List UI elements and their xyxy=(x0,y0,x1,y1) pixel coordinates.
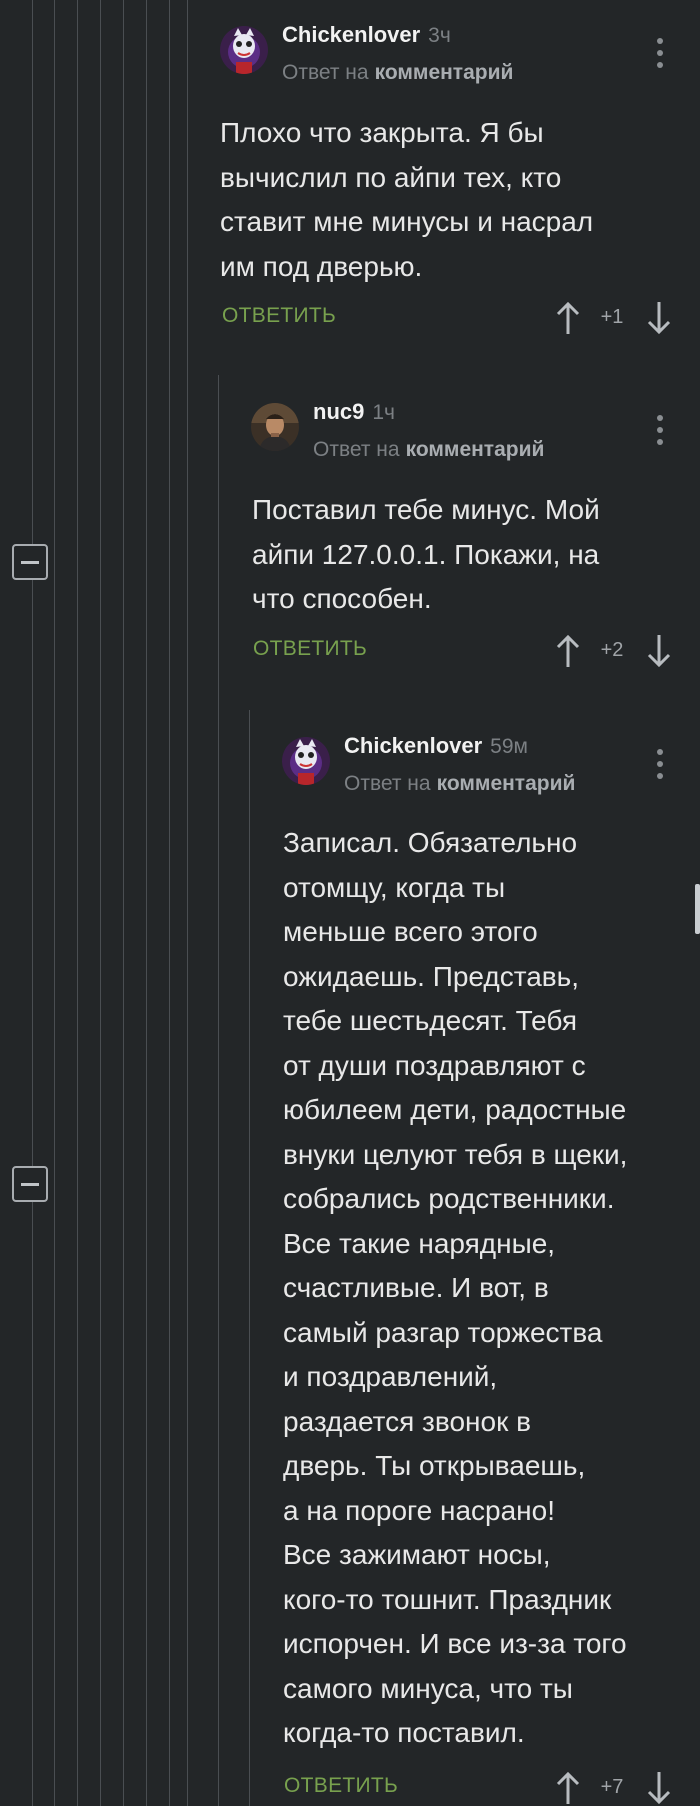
comment: Chickenlover 3ч Ответ на комментарий Плохо… xyxy=(220,16,700,282)
comment-header: nuc9 1ч Ответ на комментарий xyxy=(251,393,700,473)
author-name[interactable]: nuc9 1ч xyxy=(313,399,395,425)
arrow-up-icon[interactable] xyxy=(555,1770,581,1806)
author-name[interactable]: Chickenlover 59м xyxy=(344,733,528,759)
scrollbar[interactable] xyxy=(695,884,700,934)
reply-button[interactable]: ОТВЕТИТЬ xyxy=(222,304,336,328)
parent-comment-link[interactable]: комментарий xyxy=(406,438,545,461)
reply-to: Ответ на комментарий xyxy=(344,772,576,795)
comment-score: +1 xyxy=(600,306,624,328)
comment-text: Плохо что закрыта. Я бы вычислил по айпи… xyxy=(220,117,594,282)
reply-to: Ответ на комментарий xyxy=(282,61,514,84)
comment-time: 3ч xyxy=(428,24,451,47)
thread-line xyxy=(146,0,147,1806)
comment-actions: ОТВЕТИТЬ +2 xyxy=(253,633,683,669)
author-name[interactable]: Chickenlover 3ч xyxy=(282,22,451,48)
parent-comment-link[interactable]: комментарий xyxy=(437,772,576,795)
thread-line xyxy=(54,0,55,1806)
thread-line xyxy=(32,0,33,1806)
collapse-icon xyxy=(21,560,39,564)
thread-line xyxy=(77,0,78,1806)
collapse-button[interactable] xyxy=(12,544,48,580)
arrow-up-icon[interactable] xyxy=(555,300,581,336)
comment-header: Chickenlover 3ч Ответ на комментарий xyxy=(220,16,700,96)
comment-score: +7 xyxy=(600,1776,624,1798)
avatar[interactable] xyxy=(251,403,299,451)
comment-text: Записал. Обязательно отомщу, когда ты ме… xyxy=(283,827,628,1748)
more-vertical-icon[interactable] xyxy=(656,38,664,68)
thread-line xyxy=(249,710,250,1806)
arrow-up-icon[interactable] xyxy=(555,633,581,669)
comment: Chickenlover 59м Ответ на комментарий xyxy=(282,727,700,807)
thread-line xyxy=(100,0,101,1806)
arrow-down-icon[interactable] xyxy=(646,1770,672,1806)
comment-score: +2 xyxy=(600,639,624,661)
collapse-icon xyxy=(21,1182,39,1186)
avatar[interactable] xyxy=(220,26,268,74)
more-vertical-icon[interactable] xyxy=(656,749,664,779)
thread-line xyxy=(218,375,219,1806)
avatar[interactable] xyxy=(282,737,330,785)
reply-button[interactable]: ОТВЕТИТЬ xyxy=(253,637,367,661)
comment-text: Поставил тебе минус. Мой айпи 127.0.0.1.… xyxy=(252,494,600,614)
arrow-down-icon[interactable] xyxy=(646,633,672,669)
thread-line xyxy=(187,0,188,1806)
reply-to: Ответ на комментарий xyxy=(313,438,545,461)
arrow-down-icon[interactable] xyxy=(646,300,672,336)
comment-time: 59м xyxy=(490,735,528,758)
more-vertical-icon[interactable] xyxy=(656,415,664,445)
comment-time: 1ч xyxy=(372,401,395,424)
collapse-button[interactable] xyxy=(12,1166,48,1202)
comment-header: Chickenlover 59м Ответ на комментарий xyxy=(282,727,700,807)
thread-line xyxy=(123,0,124,1806)
parent-comment-link[interactable]: комментарий xyxy=(375,61,514,84)
comment-actions: ОТВЕТИТЬ +7 xyxy=(284,1770,684,1806)
comment-actions: ОТВЕТИТЬ +1 xyxy=(222,300,682,336)
comment: nuc9 1ч Ответ на комментарий xyxy=(251,393,700,473)
thread-line xyxy=(169,0,170,1806)
reply-button[interactable]: ОТВЕТИТЬ xyxy=(284,1774,398,1798)
